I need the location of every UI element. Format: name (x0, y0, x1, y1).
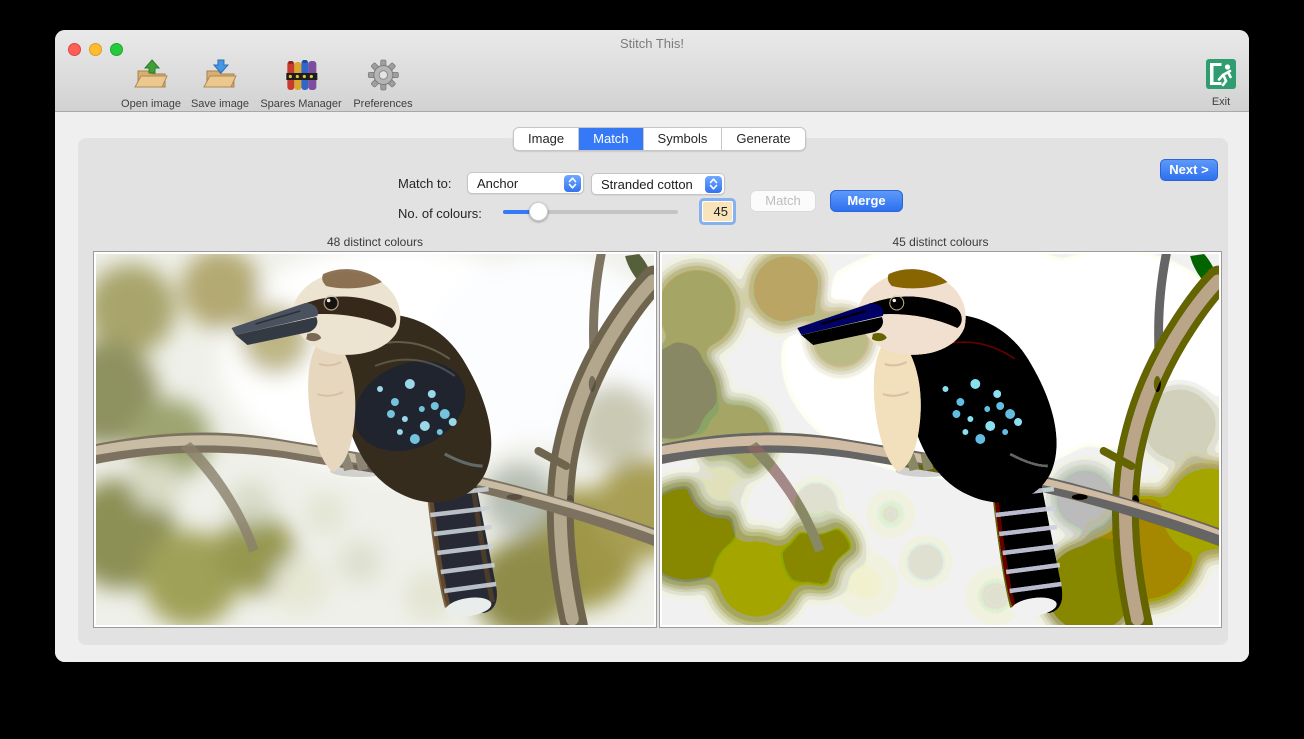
no-of-colours-label: No. of colours: (398, 206, 482, 221)
tab-image[interactable]: Image (514, 128, 579, 150)
gear-icon (353, 57, 412, 97)
app-window: Stitch This! Open image Save image (55, 30, 1249, 662)
next-button[interactable]: Next > (1160, 159, 1218, 181)
original-image-frame (93, 251, 657, 628)
save-image-label: Save image (191, 98, 249, 110)
exit-label: Exit (1212, 96, 1230, 108)
tab-match[interactable]: Match (579, 128, 643, 150)
chevron-up-down-icon (705, 176, 722, 193)
matched-image (662, 254, 1219, 625)
spares-manager-button[interactable]: Spares Manager (260, 57, 341, 111)
merge-button[interactable]: Merge (830, 190, 903, 212)
preferences-button[interactable]: Preferences (353, 57, 412, 111)
preferences-label: Preferences (353, 98, 412, 110)
match-button[interactable]: Match (750, 190, 816, 212)
save-image-button[interactable]: Save image (191, 57, 249, 111)
window-title: Stitch This! (55, 36, 1249, 51)
colours-slider[interactable] (503, 210, 678, 214)
exit-icon (1204, 57, 1238, 95)
brand-dropdown-value: Anchor (468, 176, 518, 191)
titlebar: Stitch This! Open image Save image (55, 30, 1249, 112)
colours-input[interactable] (702, 201, 733, 222)
brand-dropdown[interactable]: Anchor (467, 172, 584, 194)
right-image-caption: 45 distinct colours (659, 235, 1222, 249)
tab-symbols[interactable]: Symbols (644, 128, 723, 150)
open-image-button[interactable]: Open image (121, 57, 181, 111)
matched-image-frame (659, 251, 1222, 628)
save-image-icon (191, 57, 249, 97)
spares-manager-icon (260, 57, 341, 97)
original-image (96, 254, 654, 625)
tab-bar: Image Match Symbols Generate (513, 127, 806, 151)
left-image-caption: 48 distinct colours (93, 235, 657, 249)
thread-type-dropdown-value: Stranded cotton (592, 177, 693, 192)
match-to-label: Match to: (398, 176, 451, 191)
exit-button[interactable]: Exit (1204, 57, 1238, 109)
chevron-up-down-icon (564, 175, 581, 192)
thread-type-dropdown[interactable]: Stranded cotton (591, 173, 725, 195)
colours-slider-thumb[interactable] (529, 202, 548, 221)
open-image-icon (121, 57, 181, 97)
open-image-label: Open image (121, 98, 181, 110)
tab-generate[interactable]: Generate (722, 128, 804, 150)
spares-manager-label: Spares Manager (260, 98, 341, 110)
